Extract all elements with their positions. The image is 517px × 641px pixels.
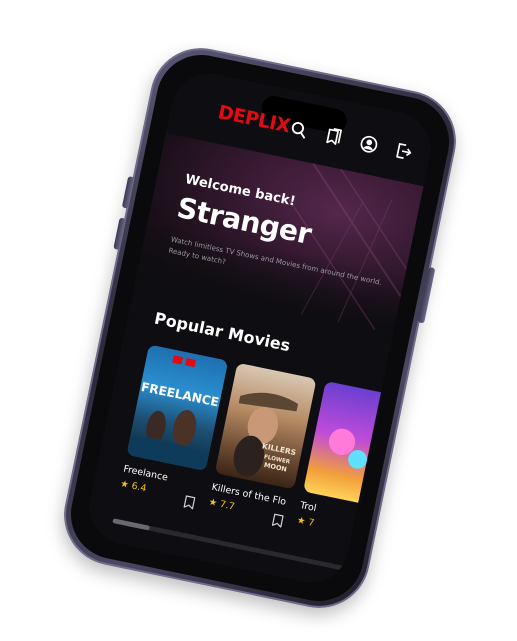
movie-poster-trolls[interactable] <box>303 380 405 508</box>
phone-frame: DEPLIX Welcome back! Stranger Watch limi… <box>55 39 465 617</box>
hero-backdrop-graphic <box>286 162 408 331</box>
svg-text:FREELANCE: FREELANCE <box>140 380 220 410</box>
movie-title: Trol <box>299 500 318 514</box>
movie-rating: ★ 6.4 <box>119 478 148 495</box>
movie-poster-killers[interactable]: KILLERS FLOWER MOON <box>214 362 317 490</box>
volume-down-button <box>113 217 127 251</box>
bookmarks-icon[interactable] <box>323 126 345 148</box>
movie-poster-freelance[interactable]: FREELANCE <box>126 344 229 472</box>
movie-rating: ★ 7 <box>295 515 316 529</box>
profile-icon[interactable] <box>358 133 380 155</box>
bookmark-icon[interactable] <box>271 512 285 528</box>
poster-art-trolls <box>328 428 367 469</box>
poster-art-freelance: FREELANCE <box>126 355 220 472</box>
search-icon[interactable] <box>288 119 310 141</box>
phone-mockup: DEPLIX Welcome back! Stranger Watch limi… <box>0 0 517 641</box>
logout-icon[interactable] <box>393 140 415 162</box>
nav-icons <box>288 119 415 163</box>
bookmark-icon[interactable] <box>183 494 197 510</box>
phone-bezel: DEPLIX Welcome back! Stranger Watch limi… <box>62 46 458 610</box>
movie-carousel[interactable]: FREELANCE Freelance ★ 6.4 KILLERS FLOWER… <box>111 344 425 585</box>
app-screen: DEPLIX Welcome back! Stranger Watch limi… <box>82 66 438 590</box>
volume-up-button <box>121 176 135 209</box>
poster-art-killers: KILLERS FLOWER MOON <box>233 392 299 477</box>
movie-rating: ★ 7.7 <box>207 497 236 513</box>
